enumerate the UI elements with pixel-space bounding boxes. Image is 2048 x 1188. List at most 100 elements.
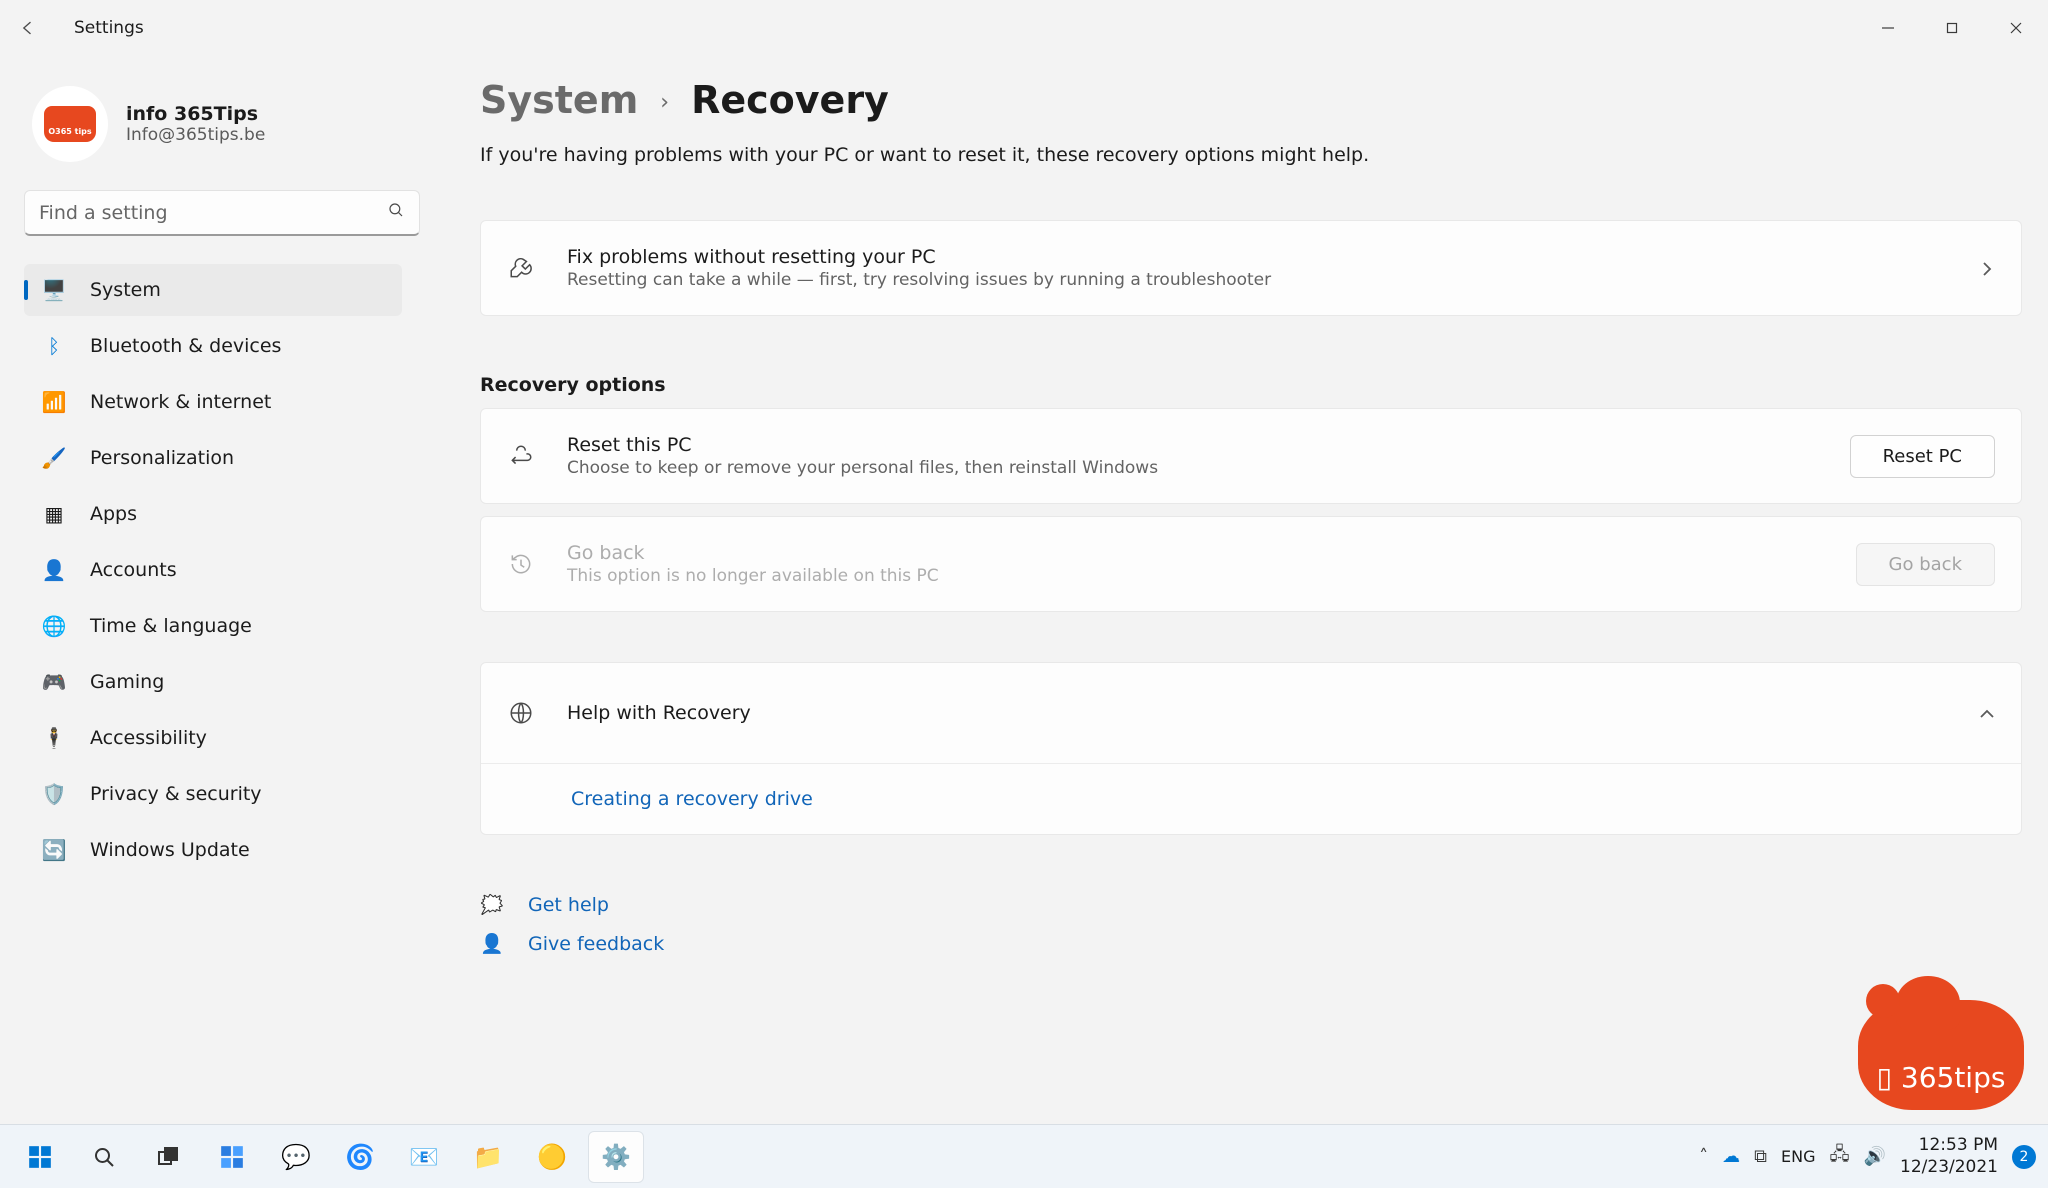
bluetooth-icon: ᛒ — [42, 334, 66, 358]
sidebar-item-label: Apps — [90, 503, 137, 525]
go-back-button: Go back — [1856, 543, 1995, 586]
network-tray-icon[interactable]: 🖧 — [1830, 1142, 1850, 1172]
card-subtitle: This option is no longer available on th… — [567, 566, 1824, 586]
accounts-icon: 👤 — [42, 558, 66, 582]
mail-button[interactable]: 📧 — [396, 1131, 452, 1183]
title-bar: Settings — [0, 0, 2048, 56]
sidebar-item-network[interactable]: 📶 Network & internet — [24, 376, 402, 428]
task-view-button[interactable] — [140, 1131, 196, 1183]
input-language[interactable]: ENG — [1781, 1147, 1815, 1166]
fix-problems-card[interactable]: Fix problems without resetting your PC R… — [480, 220, 2022, 316]
help-panel-header[interactable]: Help with Recovery — [481, 663, 2021, 763]
main-content: System › Recovery If you're having probl… — [480, 78, 2024, 1188]
sidebar-item-label: System — [90, 279, 161, 301]
chevron-right-icon: › — [660, 90, 669, 115]
card-title: Reset this PC — [567, 434, 1818, 456]
notifications-badge[interactable]: 2 — [2012, 1145, 2036, 1169]
window-controls — [1856, 6, 2048, 50]
card-subtitle: Resetting can take a while — first, try … — [567, 270, 1947, 290]
paint-icon: 🖌️ — [42, 446, 66, 470]
sidebar-item-bluetooth[interactable]: ᛒ Bluetooth & devices — [24, 320, 402, 372]
sidebar-item-accessibility[interactable]: 🕴️ Accessibility — [24, 712, 402, 764]
sidebar-item-label: Time & language — [90, 615, 252, 637]
card-title: Help with Recovery — [567, 702, 1947, 724]
search-box[interactable] — [24, 190, 420, 236]
back-button[interactable] — [0, 0, 56, 56]
sidebar-item-system[interactable]: 🖥️ System — [24, 264, 402, 316]
card-subtitle: Choose to keep or remove your personal f… — [567, 458, 1818, 478]
avatar — [32, 86, 108, 162]
give-feedback-row: 👤 Give feedback — [480, 932, 2022, 955]
dropbox-icon[interactable]: ⧉ — [1754, 1146, 1767, 1167]
system-icon: 🖥️ — [42, 278, 66, 302]
feedback-icon: 👤 — [480, 932, 504, 955]
minimize-button[interactable] — [1856, 6, 1920, 50]
sidebar-item-label: Accessibility — [90, 727, 207, 749]
tray-chevron-icon[interactable]: ˄ — [1699, 1146, 1708, 1167]
reset-icon — [507, 442, 535, 470]
system-tray: ˄ ☁ ⧉ ENG 🖧 🔊 12:53 PM 12/23/2021 2 — [1699, 1135, 2036, 1178]
sidebar-item-apps[interactable]: ▦ Apps — [24, 488, 402, 540]
search-taskbar-button[interactable] — [76, 1131, 132, 1183]
sidebar-item-label: Network & internet — [90, 391, 271, 413]
search-input[interactable] — [39, 202, 387, 224]
breadcrumb-current: Recovery — [691, 78, 889, 122]
close-button[interactable] — [1984, 6, 2048, 50]
section-recovery-options: Recovery options — [480, 374, 2022, 396]
shield-icon: 🛡️ — [42, 782, 66, 806]
get-help-row: 🗯️ Get help — [480, 893, 2022, 916]
recovery-drive-link[interactable]: Creating a recovery drive — [571, 788, 813, 810]
edge-button[interactable]: 🌀 — [332, 1131, 388, 1183]
maximize-button[interactable] — [1920, 6, 1984, 50]
sidebar-item-label: Accounts — [90, 559, 177, 581]
clock-time: 12:53 PM — [1900, 1135, 1998, 1156]
sidebar-item-label: Privacy & security — [90, 783, 262, 805]
clock-date: 12/23/2021 — [1900, 1157, 1998, 1178]
sidebar-item-privacy[interactable]: 🛡️ Privacy & security — [24, 768, 402, 820]
card-title: Go back — [567, 542, 1824, 564]
sidebar: info 365Tips Info@365tips.be 🖥️ System ᛒ… — [0, 56, 420, 1188]
breadcrumb: System › Recovery — [480, 78, 2022, 122]
update-icon: 🔄 — [42, 838, 66, 862]
sidebar-item-personalization[interactable]: 🖌️ Personalization — [24, 432, 402, 484]
account-block[interactable]: info 365Tips Info@365tips.be — [24, 78, 402, 184]
chat-button[interactable]: 💬 — [268, 1131, 324, 1183]
reset-pc-button[interactable]: Reset PC — [1850, 435, 1995, 478]
sidebar-item-accounts[interactable]: 👤 Accounts — [24, 544, 402, 596]
go-back-card: Go back This option is no longer availab… — [480, 516, 2022, 612]
sidebar-item-time-language[interactable]: 🌐 Time & language — [24, 600, 402, 652]
widgets-button[interactable] — [204, 1131, 260, 1183]
accessibility-icon: 🕴️ — [42, 726, 66, 750]
search-icon — [387, 201, 405, 224]
volume-icon[interactable]: 🔊 — [1864, 1146, 1886, 1167]
explorer-button[interactable]: 📁 — [460, 1131, 516, 1183]
intro-text: If you're having problems with your PC o… — [480, 144, 2022, 166]
reset-pc-card: Reset this PC Choose to keep or remove y… — [480, 408, 2022, 504]
footer-links: 🗯️ Get help 👤 Give feedback — [480, 893, 2022, 955]
sidebar-item-label: Bluetooth & devices — [90, 335, 281, 357]
sidebar-item-label: Windows Update — [90, 839, 250, 861]
chrome-button[interactable]: 🟡 — [524, 1131, 580, 1183]
taskbar-pinned-apps: 💬 🌀 📧 📁 🟡 ⚙️ — [12, 1131, 644, 1183]
wrench-icon — [507, 254, 535, 282]
sidebar-item-label: Gaming — [90, 671, 164, 693]
breadcrumb-parent[interactable]: System — [480, 78, 638, 122]
start-button[interactable] — [12, 1131, 68, 1183]
history-icon — [507, 550, 535, 578]
watermark-logo: ▯ 365tips — [1858, 1000, 2024, 1110]
apps-icon: ▦ — [42, 502, 66, 526]
gamepad-icon: 🎮 — [42, 670, 66, 694]
give-feedback-link[interactable]: Give feedback — [528, 933, 664, 955]
user-email: Info@365tips.be — [126, 125, 265, 145]
onedrive-icon[interactable]: ☁ — [1722, 1146, 1740, 1167]
user-name: info 365Tips — [126, 103, 265, 125]
sidebar-item-label: Personalization — [90, 447, 234, 469]
sidebar-item-gaming[interactable]: 🎮 Gaming — [24, 656, 402, 708]
sidebar-item-windows-update[interactable]: 🔄 Windows Update — [24, 824, 402, 876]
taskbar: 💬 🌀 📧 📁 🟡 ⚙️ ˄ ☁ ⧉ ENG 🖧 🔊 12:53 PM 12/2… — [0, 1124, 2048, 1188]
settings-taskbar-button[interactable]: ⚙️ — [588, 1131, 644, 1183]
help-panel-body: Creating a recovery drive — [481, 763, 2021, 834]
clock[interactable]: 12:53 PM 12/23/2021 — [1900, 1135, 1998, 1178]
globe-help-icon — [507, 699, 535, 727]
get-help-link[interactable]: Get help — [528, 894, 609, 916]
